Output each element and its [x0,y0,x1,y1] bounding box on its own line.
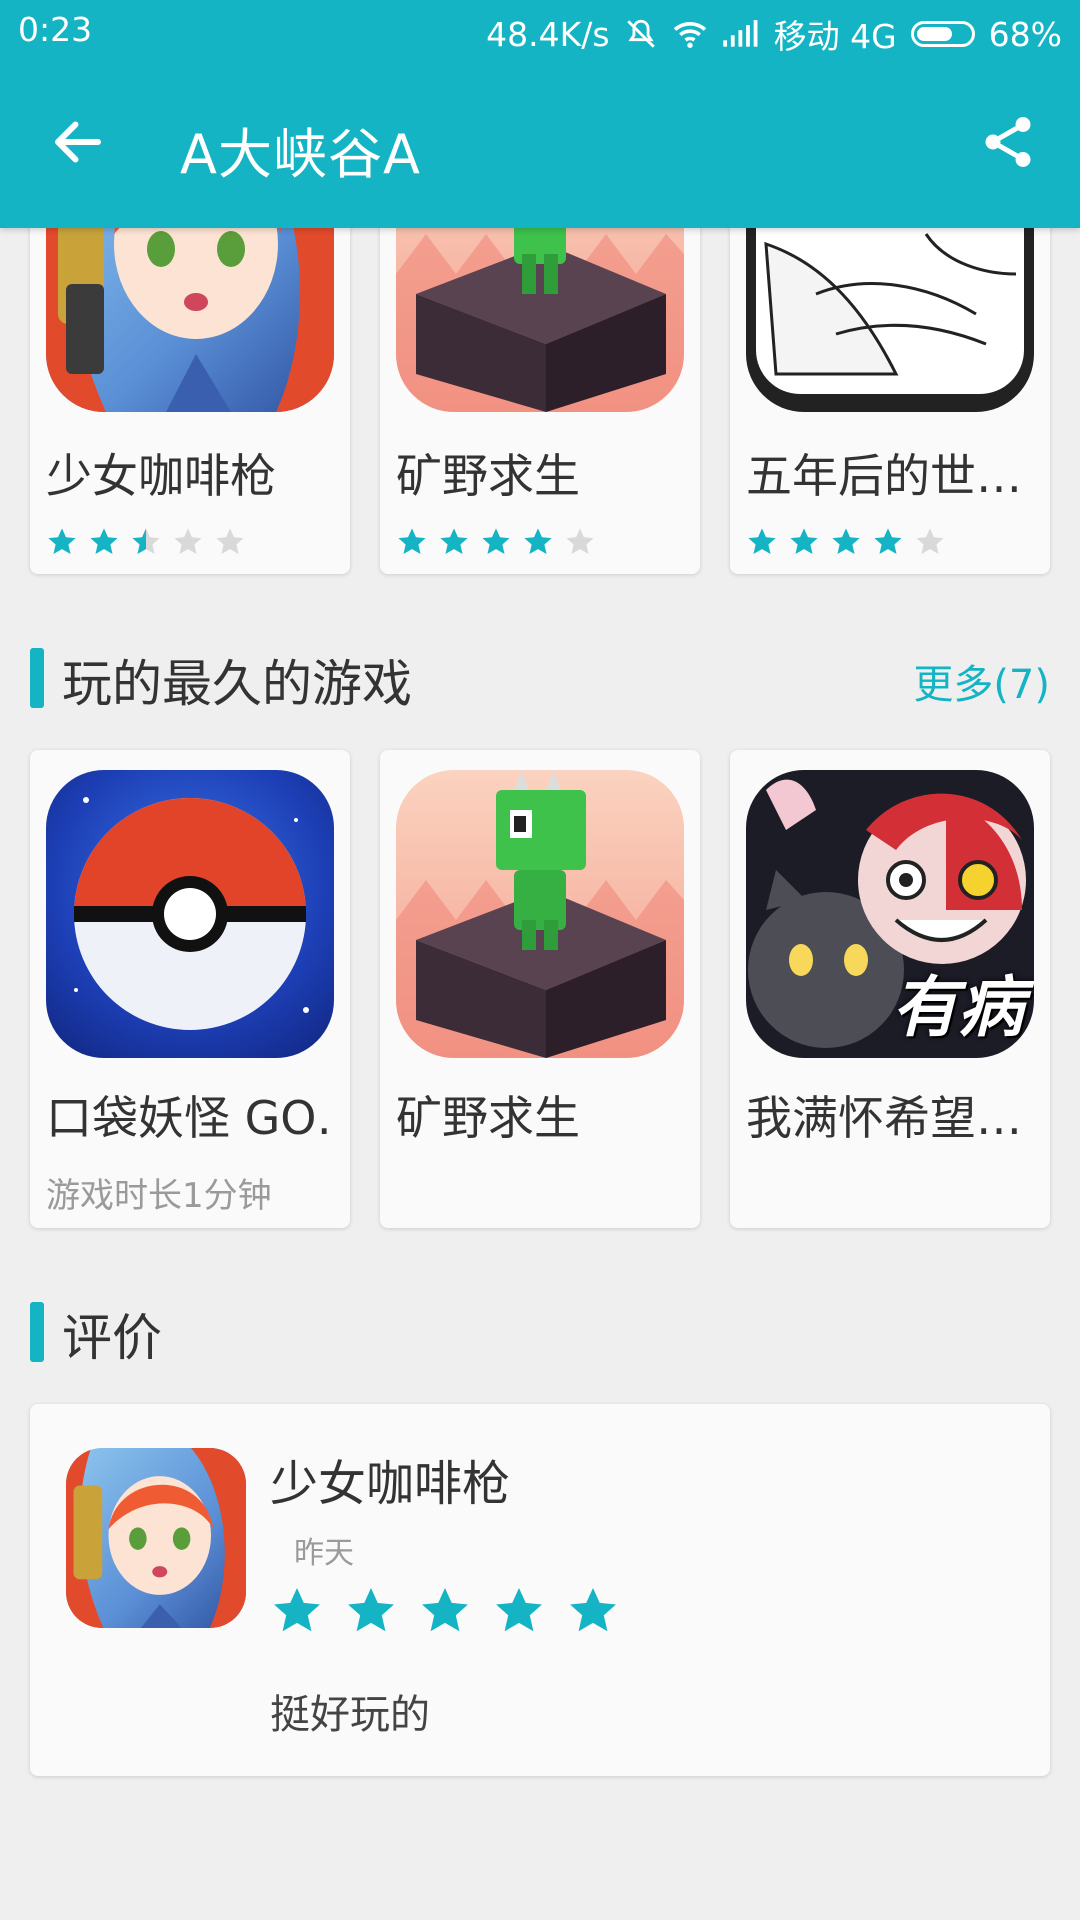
review-card[interactable]: 少女咖啡枪 昨天 挺好玩的 [30,1404,1050,1776]
star-icon [422,1588,468,1632]
star-icon [566,528,594,554]
star-icon [874,528,902,554]
star-rating [396,526,596,558]
section-accent-bar [30,1302,44,1362]
star-icon [216,528,244,554]
pokeball-icon [74,797,309,1030]
app-header: 0:23 48.4K/s 移动 4G 68% A大峡谷A [0,0,1080,228]
star-icon [90,528,118,554]
star-icon [274,1588,320,1632]
status-right: 48.4K/s 移动 4G 68% [486,10,1062,58]
more-link[interactable]: 更多(7) [913,652,1050,710]
review-date: 昨天 [294,1536,354,1571]
page-title: A大峡谷A [180,123,421,186]
carrier-label: 移动 4G [773,17,897,56]
star-rating [746,526,946,558]
icon-caption: 有病 [892,969,1024,1046]
review-text: 挺好玩的 [270,1692,430,1738]
star-icon [132,528,160,554]
status-bar: 0:23 48.4K/s 移动 4G 68% [0,0,1080,60]
game-name: 矿野求生 [396,449,580,503]
star-icon [48,528,76,554]
star-icon [482,528,510,554]
star-icon [348,1588,394,1632]
back-arrow-icon[interactable] [48,112,108,172]
game-icon [396,770,684,1058]
game-card[interactable]: 口袋妖怪 GO… 游戏时长1分钟 [30,750,350,1228]
game-icon: 有病 [746,770,1034,1058]
battery-icon [910,21,975,47]
star-icon [790,528,818,554]
star-icon [174,528,202,554]
review-game-icon [66,1448,246,1628]
review-star-rating [270,1584,620,1638]
game-name: 矿野求生 [396,1091,580,1145]
star-icon [398,528,426,554]
review-game-name: 少女咖啡枪 [270,1456,511,1512]
star-rating [46,526,246,558]
star-icon [748,528,776,554]
play-duration: 游戏时长1分钟 [46,1176,272,1216]
game-card[interactable]: 有病 我满怀希望… [730,750,1050,1228]
star-icon [440,528,468,554]
star-icon [496,1588,542,1632]
star-icon [832,528,860,554]
star-icon [570,1588,616,1632]
network-speed: 48.4K/s [486,14,610,54]
star-icon [916,528,944,554]
game-name: 五年后的世… [746,449,1022,503]
signal-icon [722,20,758,47]
section-title-reviews: 评价 [62,1309,162,1367]
game-name: 口袋妖怪 GO… [46,1091,336,1145]
status-time: 0:23 [18,10,93,49]
game-card[interactable]: 矿野求生 [380,750,700,1228]
star-icon [524,528,552,554]
game-name: 少女咖啡枪 [46,449,276,503]
anime-girl-icon [66,1448,246,1628]
section-title-longest-played: 玩的最久的游戏 [62,655,412,713]
cube-robot-icon [396,770,684,1058]
game-icon [46,770,334,1058]
battery-percent: 68% [988,14,1062,54]
wifi-icon [673,22,706,48]
section-accent-bar [30,648,44,708]
mute-icon [626,19,655,48]
share-icon[interactable] [978,112,1038,172]
game-name: 我满怀希望… [746,1091,1022,1145]
